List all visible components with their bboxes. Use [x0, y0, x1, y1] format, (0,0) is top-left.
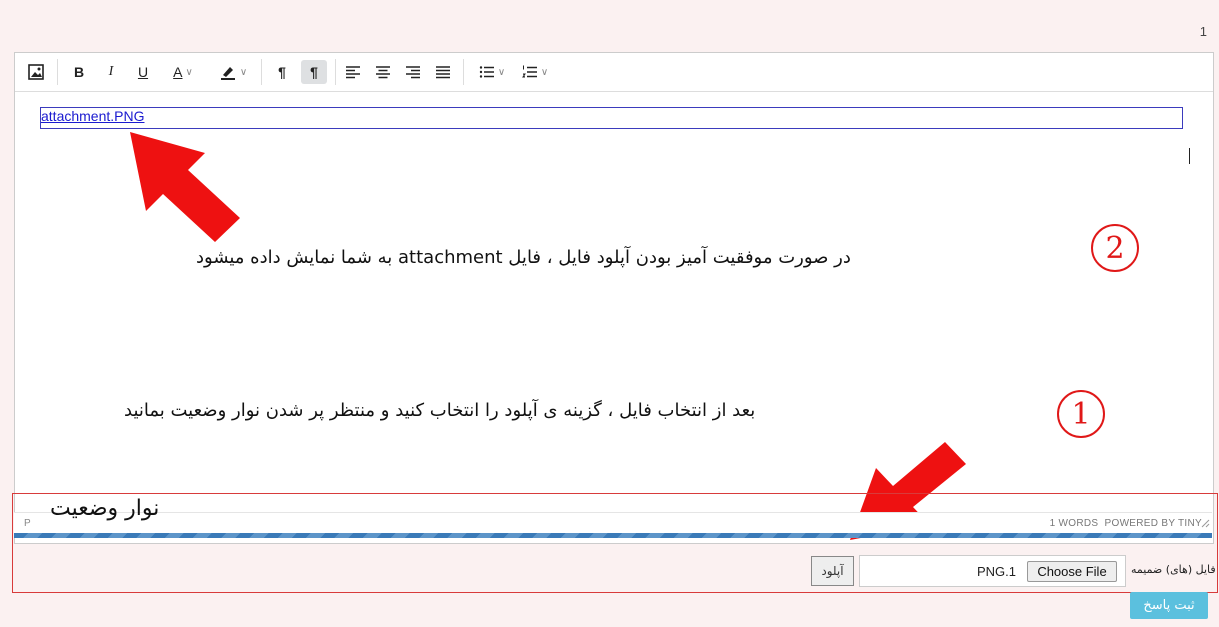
statusbar-annotation-label: نوار وضعیت — [50, 496, 160, 521]
element-path[interactable]: P — [24, 518, 31, 529]
upload-button[interactable]: آپلود — [811, 556, 854, 586]
arrow-up-left-icon — [130, 132, 240, 242]
upload-progress-bar — [14, 533, 1212, 538]
submit-reply-button[interactable]: ثبت پاسخ — [1130, 592, 1208, 619]
choose-file-button[interactable]: Choose File — [1027, 561, 1117, 582]
editor-statusbar: P 1 WORDS POWERED BY TINY — [14, 512, 1212, 535]
selected-file-name: PNG.1 — [977, 564, 1017, 579]
word-count[interactable]: 1 WORDS — [1050, 518, 1099, 529]
powered-by-link[interactable]: POWERED BY TINY — [1105, 518, 1202, 529]
statusbar-info: 1 WORDS POWERED BY TINY — [1050, 518, 1202, 529]
resize-handle-icon[interactable] — [1201, 519, 1210, 528]
attachments-label: فایل (های) ضمیمه — [1131, 563, 1216, 576]
